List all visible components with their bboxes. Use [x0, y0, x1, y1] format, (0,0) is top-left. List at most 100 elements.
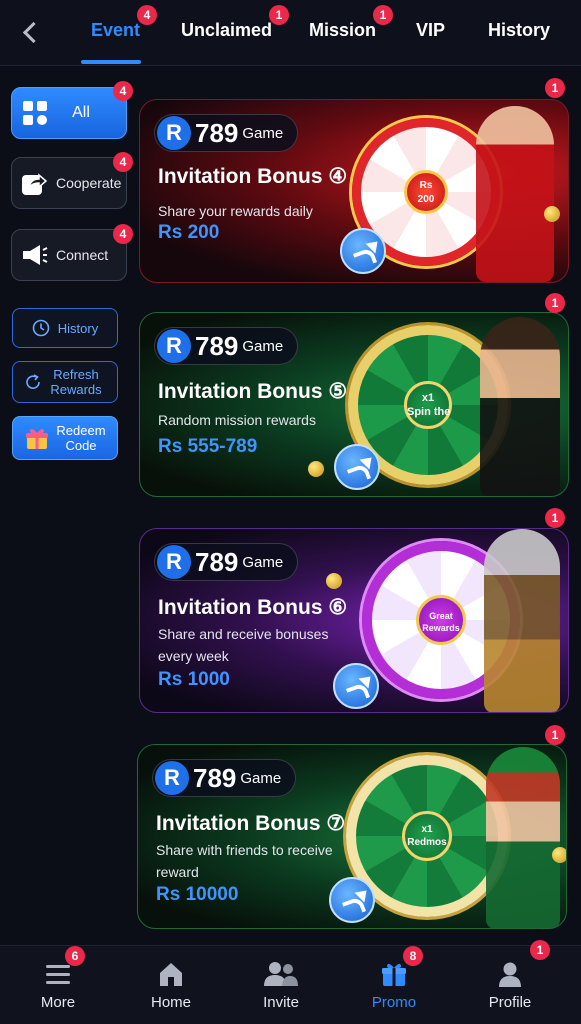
- menu-icon: [44, 960, 72, 988]
- nav-promo[interactable]: Promo: [349, 946, 439, 1024]
- share-arrow-icon[interactable]: [333, 663, 379, 709]
- tab-mission-badge: 1: [373, 5, 393, 25]
- user-icon: [496, 960, 524, 988]
- redeem-code-label: Redeem Code: [56, 423, 106, 453]
- people-icon: [263, 960, 299, 988]
- sidebar-item-connect[interactable]: Connect: [11, 229, 127, 281]
- card-badge: 1: [545, 725, 565, 745]
- wheel-hub: Great Rewards: [416, 595, 466, 645]
- brand-game: Game: [240, 769, 282, 787]
- wheel-hub: Rs 200: [404, 170, 448, 214]
- back-arrow-icon[interactable]: [18, 20, 42, 44]
- brand-logo: R 789 Game: [154, 543, 299, 581]
- card-amount: Rs 10000: [156, 884, 239, 905]
- card-description: Share with friends to receive reward: [156, 842, 333, 880]
- nav-label: More: [40, 994, 76, 1011]
- history-button[interactable]: History: [12, 308, 118, 348]
- event-card-invitation-bonus-7[interactable]: R 789 Game Invitation Bonus ⑦ Share with…: [137, 744, 567, 929]
- brand-r-icon: R: [157, 116, 191, 150]
- nav-label: Profile: [488, 994, 532, 1011]
- tab-event-badge: 4: [137, 5, 157, 25]
- nav-label: Home: [150, 994, 191, 1011]
- nav-more-badge: 6: [65, 946, 85, 966]
- sidebar-item-cooperate[interactable]: Cooperate: [11, 157, 127, 209]
- brand-logo: R 789 Game: [154, 327, 299, 365]
- character-illustration: [484, 529, 560, 712]
- gift-icon: [380, 960, 408, 988]
- card-description: Share and receive bonuses every week: [158, 626, 329, 664]
- brand-logo: R 789 Game: [152, 759, 297, 797]
- character-illustration: [480, 317, 560, 496]
- tab-history[interactable]: History: [488, 20, 550, 41]
- coin-icon: [308, 461, 324, 477]
- nav-more[interactable]: More: [13, 946, 103, 1024]
- coin-icon: [544, 206, 560, 222]
- event-card-invitation-bonus-6[interactable]: R 789 Game Invitation Bonus ⑥ Share and …: [139, 528, 569, 713]
- refresh-rewards-label: Refresh Rewards: [50, 367, 102, 397]
- active-tab-indicator: [81, 60, 141, 64]
- nav-home[interactable]: Home: [126, 946, 216, 1024]
- nav-label: Promo: [371, 994, 417, 1011]
- megaphone-icon: [20, 241, 48, 269]
- brand-number: 789: [195, 117, 239, 148]
- card-amount: Rs 1000: [158, 669, 230, 690]
- event-card-invitation-bonus-4[interactable]: R 789 Game Invitation Bonus ④ Share your…: [139, 99, 569, 283]
- redeem-code-button[interactable]: Redeem Code: [12, 416, 118, 460]
- nav-profile-badge: 1: [530, 940, 550, 960]
- tab-event[interactable]: Event: [91, 20, 140, 41]
- nav-invite[interactable]: Invite: [236, 946, 326, 1024]
- coin-icon: [326, 573, 342, 589]
- refresh-rewards-button[interactable]: Refresh Rewards: [12, 361, 118, 403]
- wheel-hub: x1 Spin the: [404, 381, 452, 429]
- card-description: Share your rewards daily: [158, 203, 313, 219]
- share-arrow-icon[interactable]: [340, 228, 386, 274]
- bottom-nav: More 6 Home Invite Promo 8 Profile 1: [0, 940, 581, 1024]
- brand-r-icon: R: [157, 545, 191, 579]
- nav-label: Invite: [263, 994, 299, 1011]
- brand-game: Game: [242, 124, 284, 142]
- nav-promo-badge: 8: [403, 946, 423, 966]
- brand-r-icon: R: [155, 761, 189, 795]
- brand-number: 789: [195, 330, 239, 361]
- sidebar-all-badge: 4: [113, 81, 133, 101]
- tab-vip[interactable]: VIP: [416, 20, 445, 41]
- brand-game: Game: [242, 337, 284, 355]
- refresh-icon: [24, 373, 42, 391]
- share-icon: [20, 169, 48, 197]
- brand-r-icon: R: [157, 329, 191, 363]
- card-badge: 1: [545, 293, 565, 313]
- card-title: Invitation Bonus ④: [158, 165, 348, 188]
- card-amount: Rs 200: [158, 222, 220, 243]
- card-title: Invitation Bonus ⑤: [158, 380, 348, 403]
- character-illustration: [476, 106, 554, 282]
- card-badge: 1: [545, 508, 565, 528]
- tab-unclaimed[interactable]: Unclaimed: [181, 20, 272, 41]
- sidebar-item-label: Connect: [56, 247, 109, 263]
- gift-icon: [24, 425, 50, 451]
- tab-mission[interactable]: Mission: [309, 20, 376, 41]
- card-badge: 1: [545, 78, 565, 98]
- top-tab-bar: Event 4 Unclaimed 1 Mission 1 VIP Histor…: [0, 0, 581, 66]
- home-icon: [157, 960, 185, 988]
- sidebar-item-all[interactable]: All: [11, 87, 127, 139]
- share-arrow-icon[interactable]: [334, 444, 380, 490]
- clock-icon: [32, 319, 50, 337]
- brand-number: 789: [195, 546, 239, 577]
- sidebar-connect-badge: 4: [113, 224, 133, 244]
- card-title: Invitation Bonus ⑥: [158, 596, 348, 619]
- character-illustration: [486, 747, 560, 928]
- tab-unclaimed-badge: 1: [269, 5, 289, 25]
- grid-icon: [22, 100, 48, 126]
- sidebar-item-label: Cooperate: [56, 175, 122, 191]
- card-title: Invitation Bonus ⑦: [156, 812, 346, 835]
- share-arrow-icon[interactable]: [329, 877, 375, 923]
- card-amount: Rs 555-789: [158, 436, 258, 457]
- coin-icon: [552, 847, 566, 863]
- brand-number: 789: [193, 762, 237, 793]
- brand-logo: R 789 Game: [154, 114, 299, 152]
- card-description: Random mission rewards: [158, 412, 316, 428]
- sidebar-item-label: All: [72, 104, 90, 121]
- brand-game: Game: [242, 553, 284, 571]
- sidebar-cooperate-badge: 4: [113, 152, 133, 172]
- event-card-invitation-bonus-5[interactable]: R 789 Game Invitation Bonus ⑤ Random mis…: [139, 312, 569, 497]
